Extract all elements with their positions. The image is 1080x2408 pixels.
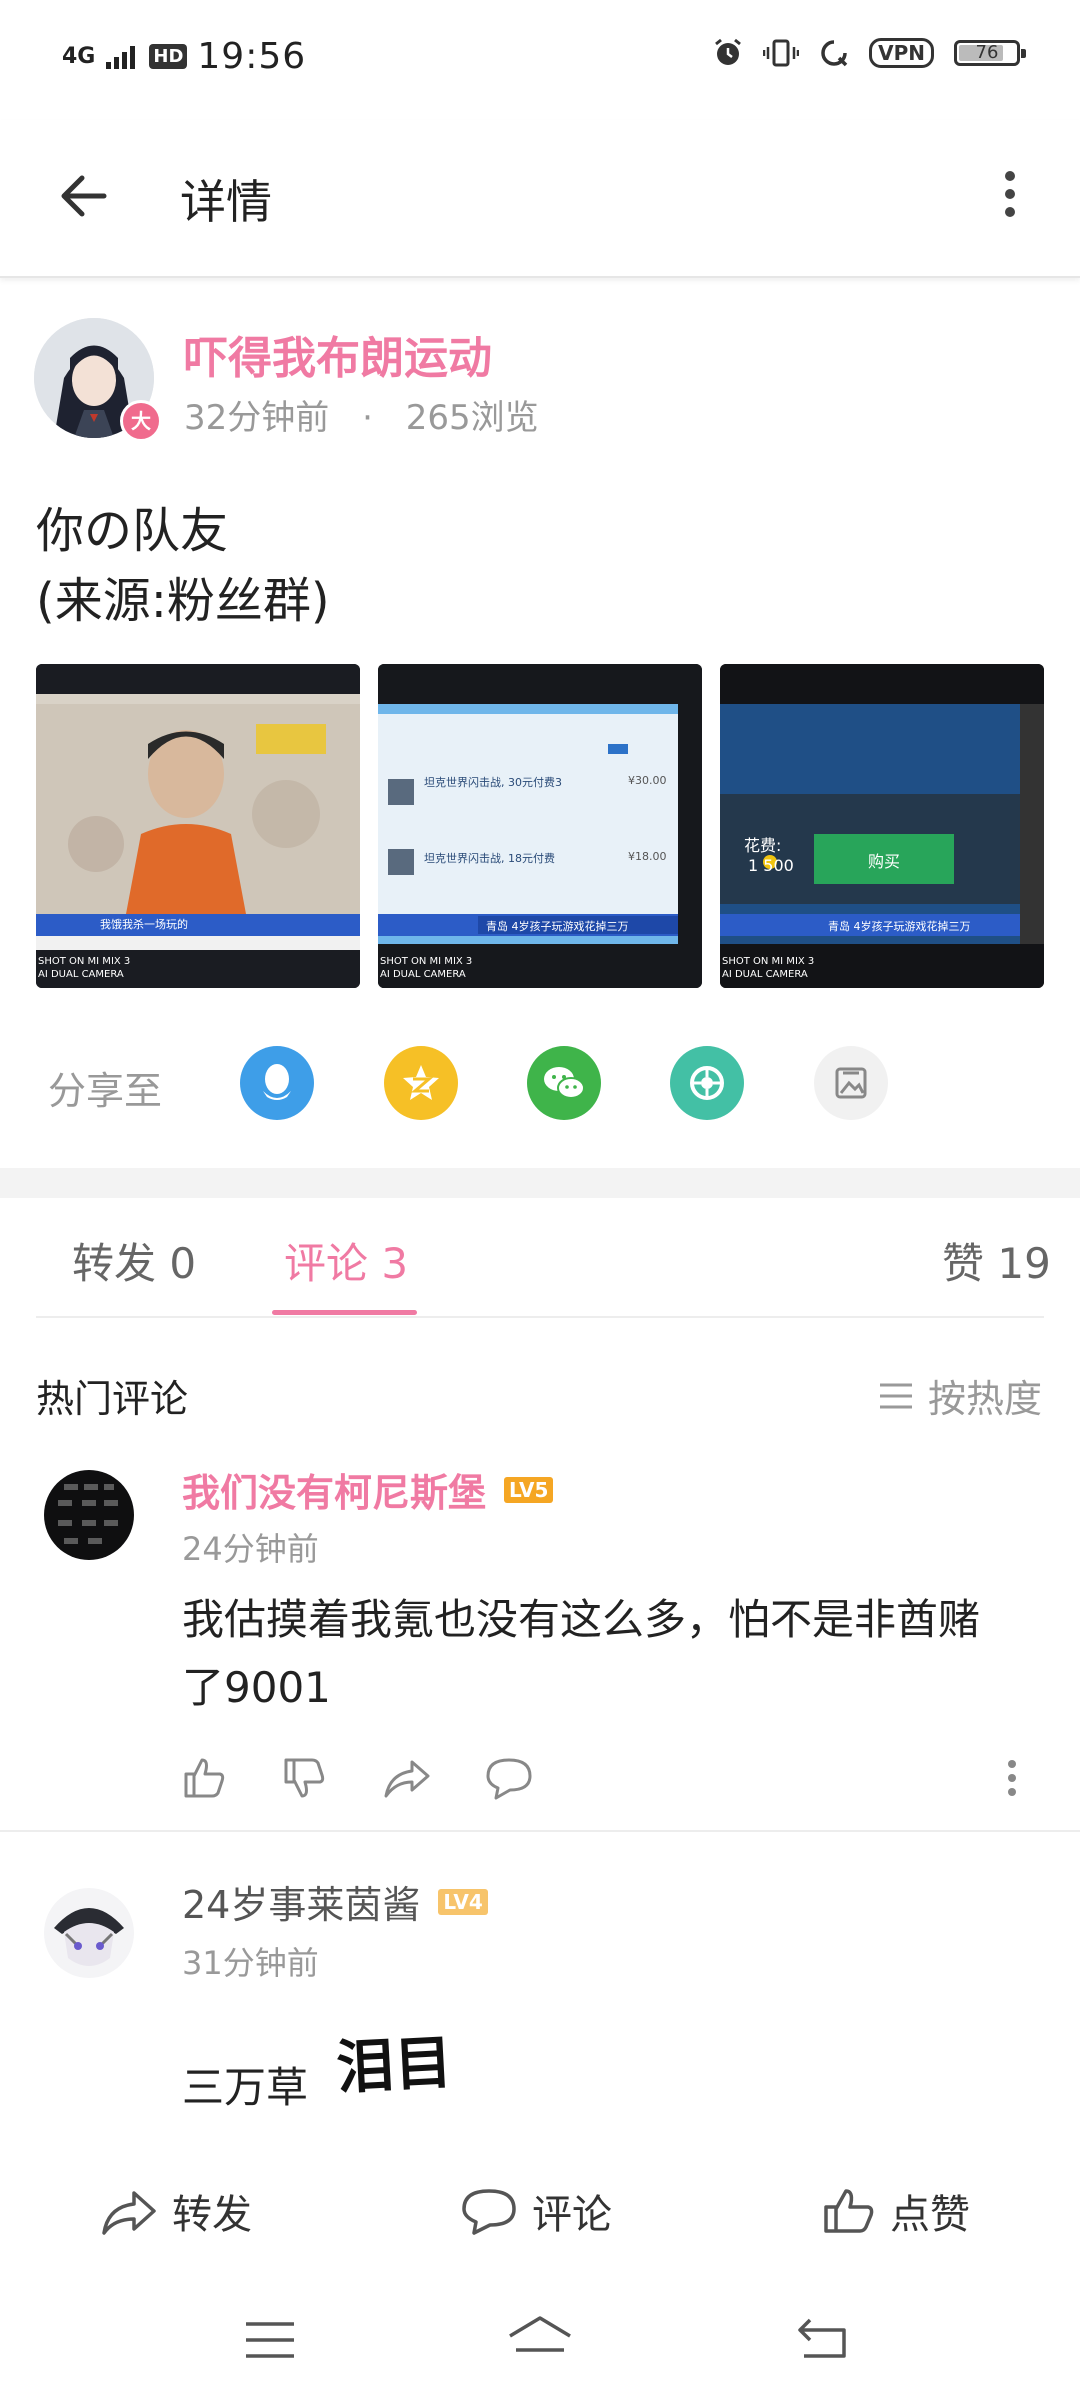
- tab-comments[interactable]: 评论 3: [284, 1230, 408, 1291]
- signal-icon: [106, 45, 136, 69]
- comment2-header: 24岁事莱茵酱 LV4: [182, 1874, 488, 1929]
- section-divider: [0, 1168, 1080, 1198]
- comment1-dislike-icon[interactable]: [280, 1754, 328, 1802]
- battery-level: 76: [975, 42, 999, 63]
- menu-lines-icon: [879, 1383, 912, 1408]
- app-header: [0, 120, 1080, 278]
- cost-label: 花费:: [744, 836, 782, 855]
- bottom-comment-label: 评论: [532, 2192, 612, 2238]
- comment2-avatar[interactable]: [44, 1888, 134, 1978]
- menu-nav-icon[interactable]: [244, 2318, 296, 2362]
- tab-likes[interactable]: 赞 19: [942, 1230, 1051, 1291]
- tv-purchase-list-photo: [378, 664, 702, 988]
- post-meta: 32分钟前 · 265浏览: [184, 390, 539, 439]
- sort-label: 按热度: [927, 1377, 1042, 1421]
- purchase-price-2: ¥18.00: [628, 850, 667, 863]
- image1-ticker: 我饿我杀一场玩的: [100, 918, 188, 931]
- anime-character-avatar-icon: [44, 1888, 134, 1978]
- buy-label: 购买: [868, 852, 901, 871]
- image2-caption2: AI DUAL CAMERA: [380, 969, 466, 980]
- comment1-line-1: 我估摸着我氪也没有这么多，怕不是非酋赌: [182, 1595, 981, 1644]
- image1-caption2: AI DUAL CAMERA: [38, 969, 124, 980]
- page-title: 详情: [180, 175, 272, 229]
- post-line-1: 你の队友: [36, 503, 229, 559]
- comment2-level-badge: LV4: [438, 1888, 488, 1915]
- tv-buy-dialog-photo: [720, 664, 1044, 988]
- status-time: 19:56: [197, 36, 307, 77]
- comment1-avatar[interactable]: [44, 1470, 134, 1560]
- image3-caption2: AI DUAL CAMERA: [722, 969, 808, 980]
- purchase-item-2: 坦克世界闪击战, 18元付费: [424, 852, 555, 865]
- status-left: 4G HD 19:56: [62, 36, 306, 77]
- thumbs-up-icon: [824, 2189, 874, 2233]
- network-indicator: 4G: [62, 44, 96, 69]
- comment2-username[interactable]: 24岁事莱茵酱: [182, 1874, 420, 1929]
- purchase-item-1: 坦克世界闪击战, 30元付费3: [424, 776, 562, 789]
- qzone-icon[interactable]: [384, 1046, 458, 1120]
- author-badge: 大: [120, 400, 162, 442]
- post-image-2[interactable]: 坦克世界闪击战, 30元付费3 ¥30.00 坦克世界闪击战, 18元付费 ¥1…: [378, 664, 702, 988]
- comment1-level-badge: LV5: [504, 1476, 554, 1503]
- image1-caption: SHOT ON MI MIX 3: [38, 956, 131, 967]
- post-image-3[interactable]: 花费: 1 500 购买 青岛 4岁孩子玩游戏花掉三万 SHOT ON MI M…: [720, 664, 1044, 988]
- dark-grid-avatar-icon: [44, 1470, 134, 1560]
- hot-comments-title: 热门评论: [36, 1377, 189, 1421]
- author-name[interactable]: 吓得我布朗运动: [184, 322, 492, 386]
- comment1-username[interactable]: 我们没有柯尼斯堡: [182, 1462, 486, 1517]
- purchase-price-1: ¥30.00: [628, 774, 667, 787]
- alarm-icon: [715, 38, 742, 65]
- more-options-icon[interactable]: [996, 166, 1024, 222]
- active-tab-indicator: [272, 1310, 417, 1315]
- comment1-share-icon[interactable]: [382, 1754, 432, 1802]
- comment1-reply-icon[interactable]: [484, 1754, 534, 1802]
- status-bar: 4G HD 19:56 VPN 76: [0, 0, 1080, 120]
- moments-icon[interactable]: [670, 1046, 744, 1120]
- status-right: VPN 76: [713, 38, 1026, 68]
- comment-divider: [0, 1830, 1080, 1832]
- tab-forward[interactable]: 转发 0: [72, 1230, 196, 1291]
- comment1-line-2: 了9001: [182, 1663, 331, 1712]
- comment2-text: 三万草: [182, 2063, 309, 2112]
- meta-separator: ·: [362, 398, 373, 438]
- cost-value: 1 500: [748, 856, 794, 875]
- post-image-1[interactable]: 我饿我杀一场玩的 SHOT ON MI MIX 3 AI DUAL CAMERA: [36, 664, 360, 988]
- post-body: 你の队友 (来源:粉丝群): [36, 496, 330, 636]
- vpn-icon: VPN: [869, 38, 934, 68]
- comment2-sticker: 泪目: [334, 2028, 454, 2102]
- comment-icon: [462, 2189, 516, 2235]
- sort-by-hot-button[interactable]: 按热度: [878, 1368, 1042, 1423]
- wechat-icon[interactable]: [527, 1046, 601, 1120]
- back-nav-icon[interactable]: [796, 2316, 850, 2362]
- bottom-comment-button[interactable]: 评论: [460, 2182, 612, 2240]
- image2-ticker: 青岛 4岁孩子玩游戏花掉三万: [486, 920, 629, 933]
- comment1-more-icon[interactable]: [1002, 1754, 1022, 1802]
- post-line-2: (来源:粉丝群): [36, 573, 330, 629]
- back-arrow-icon[interactable]: [56, 168, 112, 224]
- comment2-time: 31分钟前: [182, 1944, 319, 1982]
- comment1-time: 24分钟前: [182, 1530, 319, 1568]
- post-views: 265浏览: [405, 398, 539, 438]
- comment1-header: 我们没有柯尼斯堡 LV5: [182, 1462, 554, 1517]
- comment1-like-icon[interactable]: [180, 1754, 228, 1802]
- bottom-like-button[interactable]: 点赞: [820, 2182, 970, 2240]
- bottom-like-label: 点赞: [890, 2192, 970, 2238]
- tv-child-photo: [36, 664, 360, 988]
- vibrate-icon: [763, 39, 800, 67]
- image2-caption: SHOT ON MI MIX 3: [380, 956, 473, 967]
- bottom-forward-button[interactable]: 转发: [100, 2182, 252, 2240]
- image3-caption: SHOT ON MI MIX 3: [722, 956, 815, 967]
- hd-badge: HD: [149, 44, 188, 69]
- battery-icon: 76: [954, 40, 1026, 66]
- qq-icon[interactable]: [240, 1046, 314, 1120]
- home-nav-icon[interactable]: [506, 2314, 574, 2364]
- data-saver-icon: [821, 40, 848, 67]
- share-label: 分享至: [48, 1069, 163, 1113]
- post-time: 32分钟前: [184, 398, 330, 438]
- image3-ticker: 青岛 4岁孩子玩游戏花掉三万: [828, 920, 971, 933]
- gallery-icon[interactable]: [814, 1046, 888, 1120]
- comment1-text: 我估摸着我氪也没有这么多，怕不是非酋赌 了9001: [182, 1586, 980, 1722]
- forward-icon: [102, 2191, 156, 2235]
- tabs-divider: [36, 1316, 1044, 1318]
- bottom-forward-label: 转发: [172, 2192, 252, 2238]
